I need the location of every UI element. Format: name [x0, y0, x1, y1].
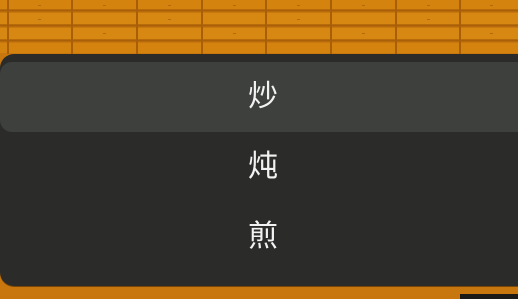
menu-item-label: 炒	[248, 79, 278, 114]
dark-object-edge	[460, 294, 518, 299]
menu-item-pan-fry[interactable]: 煎	[0, 202, 518, 272]
menu-item-stew[interactable]: 炖	[0, 132, 518, 202]
menu-item-label: 炖	[248, 149, 278, 184]
menu-item-label: 煎	[248, 219, 278, 254]
cooking-method-menu: 炒 炖 煎	[0, 54, 518, 286]
game-scene: 炒 炖 煎	[0, 0, 518, 299]
menu-item-stir-fry[interactable]: 炒	[0, 62, 518, 132]
